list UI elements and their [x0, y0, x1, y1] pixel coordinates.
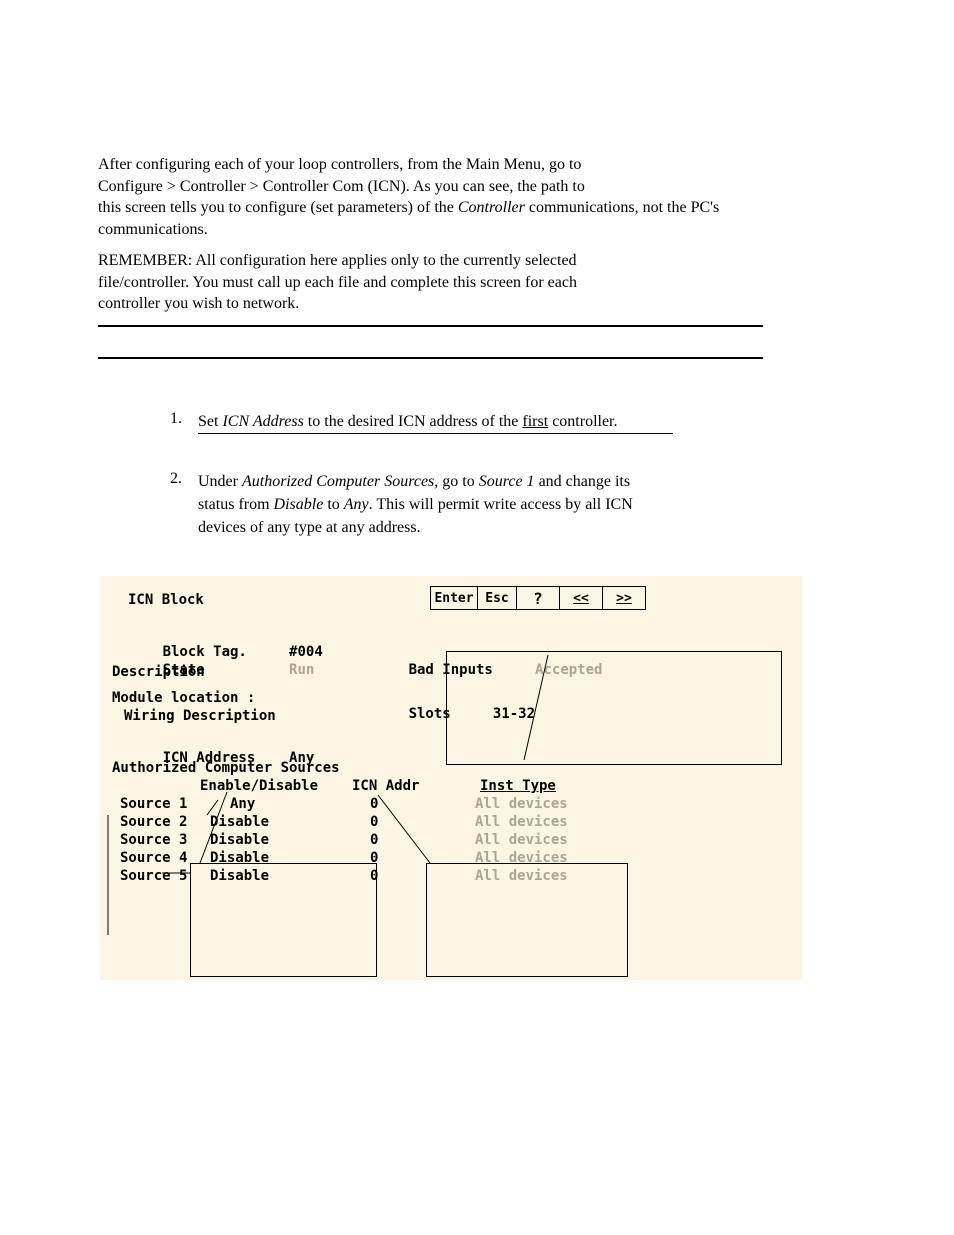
- slots-label: Slots: [409, 706, 451, 722]
- enter-button[interactable]: Enter: [430, 586, 478, 610]
- p2-line2: file/controller. You must call up each f…: [98, 274, 577, 291]
- source-1-type[interactable]: All devices: [475, 796, 568, 812]
- p2-line3: controller you wish to network.: [98, 295, 299, 312]
- source-4-label: Source 4: [120, 850, 187, 866]
- s2l2d: Any: [344, 496, 369, 513]
- source-5-label: Source 5: [120, 868, 187, 884]
- panel-toolbar: Enter Esc ? << >>: [430, 586, 646, 610]
- s2a: Under: [198, 473, 242, 490]
- col-insttype: Inst Type: [480, 778, 556, 794]
- description-label: Description: [112, 664, 205, 680]
- rule-2: [98, 357, 763, 359]
- step-2-number: 2.: [170, 470, 182, 488]
- source-1-enable[interactable]: Any: [230, 796, 255, 812]
- s2l3: devices of any type at any address.: [198, 519, 421, 536]
- source-2-type[interactable]: All devices: [475, 814, 568, 830]
- source-3-icn[interactable]: 0: [370, 832, 378, 848]
- prev-button[interactable]: <<: [560, 586, 603, 610]
- source-3-enable[interactable]: Disable: [210, 832, 269, 848]
- col-icnaddr: ICN Addr: [352, 778, 419, 794]
- source-3-label: Source 3: [120, 832, 187, 848]
- help-icon: ?: [533, 589, 543, 608]
- source-1-label: Source 1: [120, 796, 187, 812]
- callout-box-left: [190, 863, 377, 977]
- s2c: , go to: [434, 473, 478, 490]
- s1d: first: [522, 413, 548, 430]
- next-button[interactable]: >>: [603, 586, 646, 610]
- s2l2c: to: [323, 496, 343, 513]
- s1b: ICN Address: [222, 413, 303, 430]
- source-2-icn[interactable]: 0: [370, 814, 378, 830]
- s2l2e: . This will permit write access by all I…: [369, 496, 633, 513]
- callout-box-top: [446, 651, 782, 765]
- step-2-text: Under Authorized Computer Sources, go to…: [198, 470, 738, 540]
- s2l2b: Disable: [274, 496, 324, 513]
- source-3-type[interactable]: All devices: [475, 832, 568, 848]
- p1-line3a: this screen tells you to configure (set …: [98, 199, 458, 216]
- rule-1: [98, 325, 763, 327]
- state-value: Run: [289, 662, 314, 678]
- s2e: and change its: [535, 473, 631, 490]
- source-1-icn[interactable]: 0: [370, 796, 378, 812]
- col-enable: Enable/Disable: [200, 778, 318, 794]
- help-button[interactable]: ?: [517, 586, 560, 610]
- s2d: Source 1: [479, 473, 535, 490]
- step-1-number: 1.: [170, 410, 182, 428]
- paragraph-2: REMEMBER: All configuration here applies…: [98, 250, 763, 315]
- auth-sources-label: Authorized Computer Sources: [112, 760, 340, 776]
- p2-line1: REMEMBER: All configuration here applies…: [98, 252, 577, 269]
- s1e: controller.: [548, 413, 617, 430]
- s1c: to the desired ICN address of the: [304, 413, 523, 430]
- source-2-enable[interactable]: Disable: [210, 814, 269, 830]
- panel-title: ICN Block: [128, 592, 204, 608]
- callout-box-right: [426, 863, 628, 977]
- paragraph-1: After configuring each of your loop cont…: [98, 154, 763, 240]
- s2b: Authorized Computer Sources: [242, 473, 434, 490]
- step-1-text: Set ICN Address to the desired ICN addre…: [198, 410, 738, 433]
- chevron-right-icon: >>: [616, 591, 632, 606]
- esc-button[interactable]: Esc: [478, 586, 517, 610]
- p1-line2: Configure > Controller > Controller Com …: [98, 178, 585, 195]
- chevron-left-icon: <<: [573, 591, 589, 606]
- s2l2a: status from: [198, 496, 274, 513]
- document-page: After configuring each of your loop cont…: [0, 0, 954, 1235]
- source-2-label: Source 2: [120, 814, 187, 830]
- s1a: Set: [198, 413, 222, 430]
- step-1-rule: [198, 433, 673, 434]
- p1-line3b: Controller: [458, 199, 525, 216]
- p1-line1: After configuring each of your loop cont…: [98, 156, 581, 173]
- module-loc-label: Module location :: [112, 690, 255, 706]
- wiring-label: Wiring Description: [124, 708, 276, 724]
